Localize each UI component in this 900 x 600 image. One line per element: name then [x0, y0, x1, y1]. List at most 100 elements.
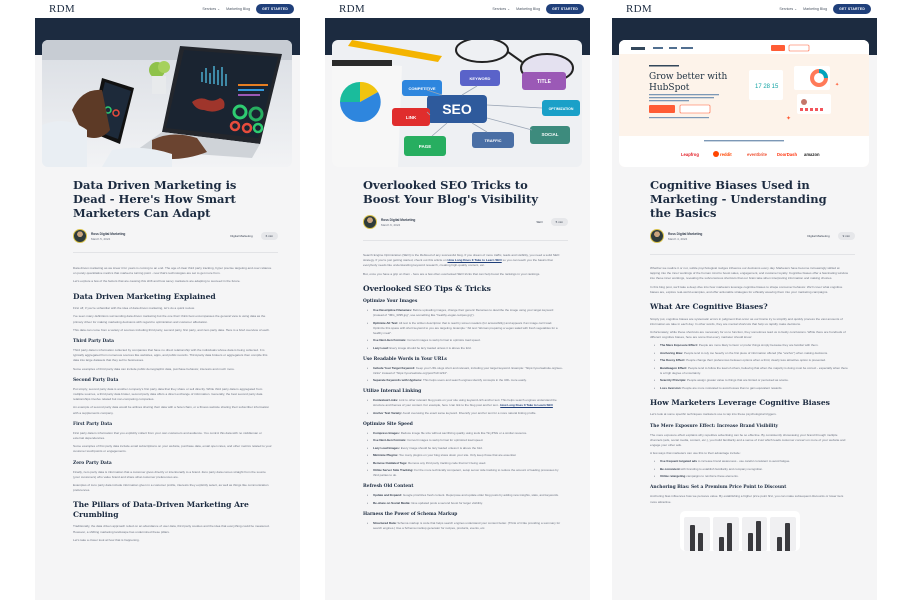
list-item-text: Every image should be lazy loaded unless… [389, 345, 472, 350]
list-item: Contextual Links: Link to other relevant… [367, 398, 563, 408]
paragraph: Traditionally, the data driven approach … [73, 524, 270, 534]
list-item: Be consistent with branding to establish… [654, 466, 850, 472]
paragraph: Put simply, second party data is another… [73, 386, 263, 402]
list-item: The Mere Exposure Effect: People are mor… [654, 343, 850, 348]
list-item-label: Utilize retargeting [660, 474, 686, 479]
svg-text:COMPETITIVE: COMPETITIVE [408, 86, 435, 91]
list-item: Use frequent targeted ads to increase br… [654, 459, 850, 464]
author-name[interactable]: Ross Digital Marketing [91, 232, 125, 236]
list-item-text: Avoid overusing the exact same keyword. … [402, 410, 537, 415]
product-image [741, 516, 768, 551]
intro-paragraph: Whether we realize it or not, subtle psy… [650, 266, 848, 281]
nav-services-label: Services [779, 7, 794, 11]
nav-marketing-blog[interactable]: Marketing Blog [516, 7, 540, 11]
nav-services[interactable]: Services ⌄ [492, 7, 510, 11]
divider [363, 240, 568, 241]
list-item-text: Every image should be lazy loaded unless… [400, 445, 483, 450]
hero-image-seo-mindmap: SEO COMPETITIVE KEYWORD TITLE OPTIMIZATI… [332, 40, 582, 167]
get-started-button[interactable]: GET STARTED [256, 4, 294, 14]
author-name[interactable]: Ross Digital Marketing [381, 218, 415, 222]
post-body: Data driven marketing as we knew it for … [73, 266, 273, 546]
paragraph: Anchoring bias influences how we perceiv… [650, 494, 844, 504]
inline-link[interactable]: How Long Does It Take to Learn SEO [447, 258, 501, 262]
paragraph: A few ways that marketers can use this t… [650, 451, 741, 456]
list-item: Include Your Target Keyword: Keep your U… [367, 366, 563, 376]
list-item-label: Be consistent [660, 466, 680, 471]
post-meta: Ross Digital Marketing March 5, 2024 Dig… [73, 229, 278, 243]
category-tag[interactable]: SEO [532, 218, 546, 226]
subsection-heading: Refresh Old Content [363, 484, 414, 490]
svg-text:SOCIAL: SOCIAL [541, 132, 558, 137]
intro-paragraph: Search Engine Optimization (SEO) is the … [363, 253, 563, 269]
list-item: Utilize Server Side Tracking: For the mo… [367, 468, 563, 478]
post-date: March 5, 2024 [91, 236, 111, 241]
inline-link[interactable]: How Long Does It Take to Learn SEO [500, 403, 553, 407]
list-item-label: Scarcity Principle: [660, 378, 687, 383]
get-started-button[interactable]: GET STARTED [833, 4, 871, 14]
site-logo[interactable]: RDM [339, 3, 365, 15]
read-time-badge: 6 min [260, 232, 278, 240]
list-item-label: Use frequent targeted ads [660, 459, 698, 464]
list-item-text: Alt text is the written description that… [373, 320, 558, 335]
post-body: Whether we realize it or not, subtle psy… [650, 266, 850, 551]
author-name[interactable]: Ross Digital Marketing [668, 232, 702, 236]
nav-services[interactable]: Services ⌄ [779, 7, 797, 11]
subsection-heading: Zero Party Data [73, 460, 112, 466]
list-item-label: Use Next-Gen Formats: [373, 438, 407, 443]
list-item-label: Remove Outdated Tags: [373, 460, 408, 465]
svg-text:✦: ✦ [786, 115, 791, 122]
subsection-heading: Third Party Data [73, 338, 115, 344]
list-item-label: Utilize Server Side Tracking: [373, 468, 414, 473]
list-item-label: Compress Images: [373, 430, 400, 435]
svg-text:DoorDash: DoorDash [777, 152, 797, 157]
divider [73, 252, 278, 253]
post-title: Data Driven Marketing is Dead - Here's H… [73, 178, 237, 220]
list-item-label: Anchor Text Variety: [373, 410, 402, 415]
read-time-badge: 5 min [550, 218, 568, 226]
list-item: Use Descriptive Filenames: Before upload… [367, 308, 563, 318]
list-item: Bandwagon Effect: People tend to follow … [654, 366, 850, 376]
paragraph: Simply put, cognitive biases are systema… [650, 316, 843, 326]
paragraph: Unfortunately, while these shortcuts are… [650, 329, 846, 340]
list-item-label: The Mere Exposure Effect: [660, 343, 698, 348]
blog-post-panel-cognitive-biases: RDM Services ⌄ Marketing Blog GET STARTE… [612, 0, 877, 600]
hero-image-hubspot: Grow better with HubSpot 17 28 15 ✦ ✦ Le… [619, 40, 869, 167]
author-block: Ross Digital Marketing March 4, 2024 [650, 229, 702, 243]
divider [650, 254, 855, 255]
site-logo[interactable]: RDM [626, 3, 652, 15]
paragraph: Some examples of first party data includ… [73, 444, 272, 454]
author-avatar [650, 229, 664, 243]
get-started-button[interactable]: GET STARTED [546, 4, 584, 14]
svg-text:Leapfrog: Leapfrog [681, 152, 699, 157]
list-item-label: Loss Aversion: [660, 385, 682, 390]
nav-marketing-blog[interactable]: Marketing Blog [226, 7, 250, 11]
tip-list: Use Descriptive Filenames: Before upload… [367, 308, 563, 351]
section-heading: Overlooked SEO Tips & Tricks [363, 283, 491, 293]
list-item: Utilize retargeting campaigns to reinfor… [654, 474, 850, 479]
paragraph: The mere exposure effect explains why re… [650, 432, 846, 447]
svg-text:17 28 15: 17 28 15 [755, 84, 779, 90]
chevron-down-icon: ⌄ [217, 7, 221, 11]
nav-menu: Services ⌄ Marketing Blog GET STARTED [779, 4, 871, 14]
post-tags: Digital Marketing 6 min [226, 232, 278, 240]
list-item: Lazy Load Images: Every image should be … [367, 445, 563, 451]
list-item-label: Lazy Load: [373, 345, 389, 350]
list-item: The Decoy Effect: People change their pr… [654, 358, 850, 363]
subsection-heading: Anchoring Bias: Set a Premium Price Poin… [650, 485, 787, 491]
section-heading: Data Driven Marketing Explained [73, 291, 216, 301]
author-avatar [363, 215, 377, 229]
list-item-text: Convert images to webp format to optimiz… [407, 338, 481, 343]
list-item: Re-share on Social Media: Give updated p… [367, 501, 563, 506]
nav-marketing-blog[interactable]: Marketing Blog [803, 7, 827, 11]
site-logo[interactable]: RDM [49, 3, 75, 15]
category-tag[interactable]: Digital Marketing [226, 232, 256, 240]
tip-list: Include Your Target Keyword: Keep your U… [367, 366, 563, 384]
nav-services-label: Services [492, 7, 507, 11]
category-tag[interactable]: Digital Marketing [803, 232, 833, 240]
bias-list: The Mere Exposure Effect: People are mor… [654, 343, 850, 391]
subsection-heading: First Party Data [73, 421, 113, 427]
list-item-label: Separate Keywords with Hyphens: [373, 378, 423, 383]
post-title: Cognitive Biases Used in Marketing - Und… [650, 178, 827, 220]
nav-services[interactable]: Services ⌄ [202, 7, 220, 11]
list-item: Compress Images: Reduce image file size … [367, 430, 563, 436]
